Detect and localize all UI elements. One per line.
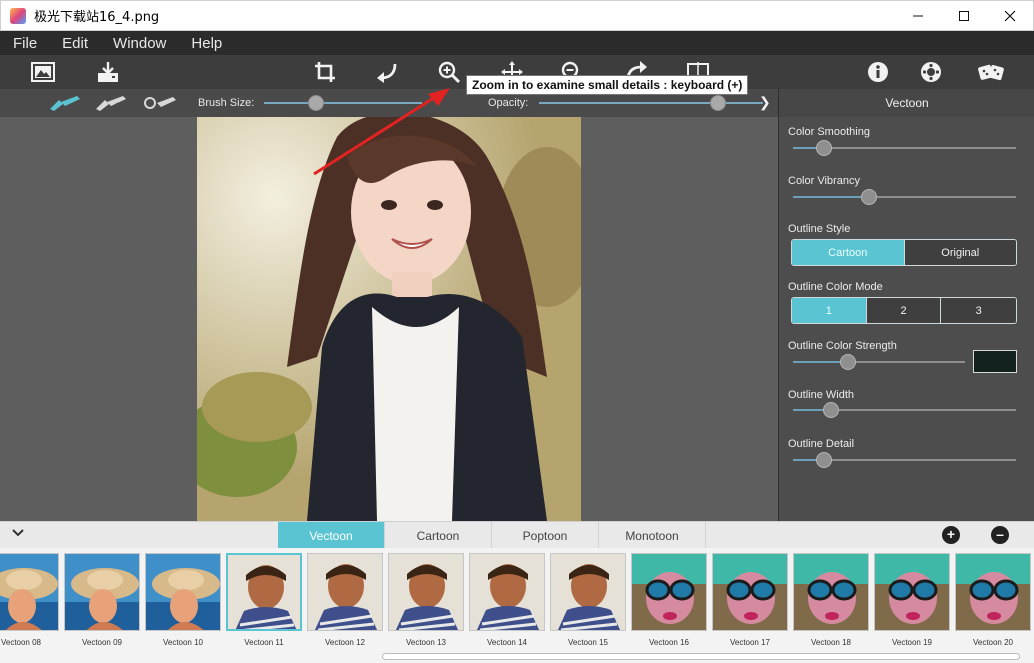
menu-file[interactable]: File [0,35,49,52]
preset-thumbnail[interactable] [955,553,1031,631]
app-logo-icon [10,7,26,24]
color-smoothing-knob[interactable] [816,140,833,156]
tab-vectoon[interactable]: Vectoon [278,522,385,549]
menu-bar: File Edit Window Help [0,31,1034,55]
color-vibrancy-slider[interactable] [793,189,1016,205]
outline-width-knob[interactable] [822,402,839,418]
outline-detail-label: Outline Detail [788,438,855,450]
settings-panel: Vectoon Color Smoothing Color Vibrancy O… [778,89,1034,521]
outline-color-mode-1[interactable]: 1 [792,298,866,323]
color-smoothing-label: Color Smoothing [788,126,870,138]
preset-thumbnail[interactable] [64,553,140,631]
brush-erase-icon[interactable] [93,94,129,112]
tab-poptoon[interactable]: Poptoon [492,522,599,549]
brush-size-label: Brush Size: [198,97,255,109]
panel-title: Vectoon [779,89,1034,117]
preset-thumbnail-label: Vectoon 10 [162,638,204,647]
maximize-icon[interactable] [941,1,987,31]
minus-icon[interactable]: – [991,526,1009,544]
preset-tab-bar: Vectoon Cartoon Poptoon Monotoon + – [0,521,1034,549]
preset-thumbnail[interactable] [469,553,545,631]
outline-color-swatch[interactable] [973,350,1017,373]
outline-style-label: Outline Style [788,223,851,235]
preset-thumbnail-label: Vectoon 17 [729,638,771,647]
outline-color-strength-slider[interactable] [793,354,965,370]
outline-color-mode-3[interactable]: 3 [940,298,1016,323]
info-icon[interactable] [865,59,891,85]
preset-thumbnail-label: Vectoon 15 [567,638,609,647]
color-vibrancy-knob[interactable] [860,189,877,205]
outline-width-slider[interactable] [793,402,1016,418]
tab-cartoon[interactable]: Cartoon [385,522,492,549]
preset-thumbnail-label: Vectoon 09 [81,638,123,647]
preset-thumbnail[interactable] [550,553,626,631]
preset-thumbnail[interactable] [631,553,707,631]
tab-monotoon[interactable]: Monotoon [599,522,706,549]
outline-width-label: Outline Width [788,389,855,401]
opacity-slider[interactable] [539,102,763,104]
settings-icon[interactable] [918,59,944,85]
brush-paint-icon[interactable] [47,94,83,112]
outline-color-strength-knob[interactable] [840,354,857,370]
outline-color-strength-label: Outline Color Strength [788,340,897,352]
outline-color-mode-2[interactable]: 2 [865,298,941,323]
preset-thumbnail-label: Vectoon 13 [405,638,447,647]
window-controls [895,1,1033,31]
preset-thumbnail[interactable] [793,553,869,631]
preset-thumbnail[interactable] [226,553,302,631]
open-image-icon[interactable] [30,59,56,85]
outline-style-toggle: Cartoon Original [791,239,1017,266]
color-vibrancy-label: Color Vibrancy [788,175,860,187]
horizontal-scrollbar[interactable] [382,653,1020,660]
plus-icon[interactable]: + [942,526,960,544]
random-dice-icon[interactable] [976,59,1006,85]
preset-thumbnail-label: Vectoon 16 [648,638,690,647]
zoom-tooltip: Zoom in to examine small details : keybo… [466,75,749,95]
color-vibrancy-fill [793,196,869,198]
preset-thumbnail[interactable] [0,553,59,631]
outline-detail-slider[interactable] [793,452,1016,468]
preset-thumbnail-label: Vectoon 12 [324,638,366,647]
brush-reset-icon[interactable] [143,94,179,112]
menu-help[interactable]: Help [178,35,234,52]
preset-thumbnail-label: Vectoon 19 [891,638,933,647]
outline-color-mode-toggle: 1 2 3 [791,297,1017,324]
title-bar: 极光下载站16_4.png [0,0,1034,31]
preset-thumbnail-label: Vectoon 20 [972,638,1014,647]
preset-thumbnail[interactable] [307,553,383,631]
close-icon[interactable] [987,1,1033,31]
window-title: 极光下载站16_4.png [34,10,160,25]
chevron-down-icon[interactable] [12,526,24,542]
preset-thumbnail[interactable] [388,553,464,631]
chevron-right-icon[interactable]: ❯ [759,94,771,111]
app-window: 极光下载站16_4.png File Edit Window Help Brus… [0,0,1034,663]
save-image-icon[interactable] [95,59,121,85]
preset-thumbnail-label: Vectoon 14 [486,638,528,647]
menu-window[interactable]: Window [100,35,178,52]
preset-thumbnail-label: Vectoon 08 [0,638,42,647]
preset-thumbnail-label: Vectoon 11 [244,638,284,647]
opacity-knob[interactable] [710,95,727,111]
outline-color-mode-label: Outline Color Mode [788,281,883,293]
preset-thumbnails: Vectoon 08 Vectoon 09 Vectoon 10 Vectoon 11… [0,548,1034,663]
preset-thumbnail[interactable] [145,553,221,631]
outline-detail-knob[interactable] [816,452,833,468]
preset-thumbnail[interactable] [712,553,788,631]
outline-style-cartoon[interactable]: Cartoon [792,240,904,265]
menu-edit[interactable]: Edit [49,35,100,52]
outline-style-original[interactable]: Original [903,240,1016,265]
annotation-arrow [313,88,450,176]
opacity-label: Opacity: [488,97,529,109]
minimize-icon[interactable] [895,1,941,31]
preset-thumbnail[interactable] [874,553,950,631]
color-smoothing-slider[interactable] [793,140,1016,156]
preset-thumbnail-label: Vectoon 18 [810,638,852,647]
